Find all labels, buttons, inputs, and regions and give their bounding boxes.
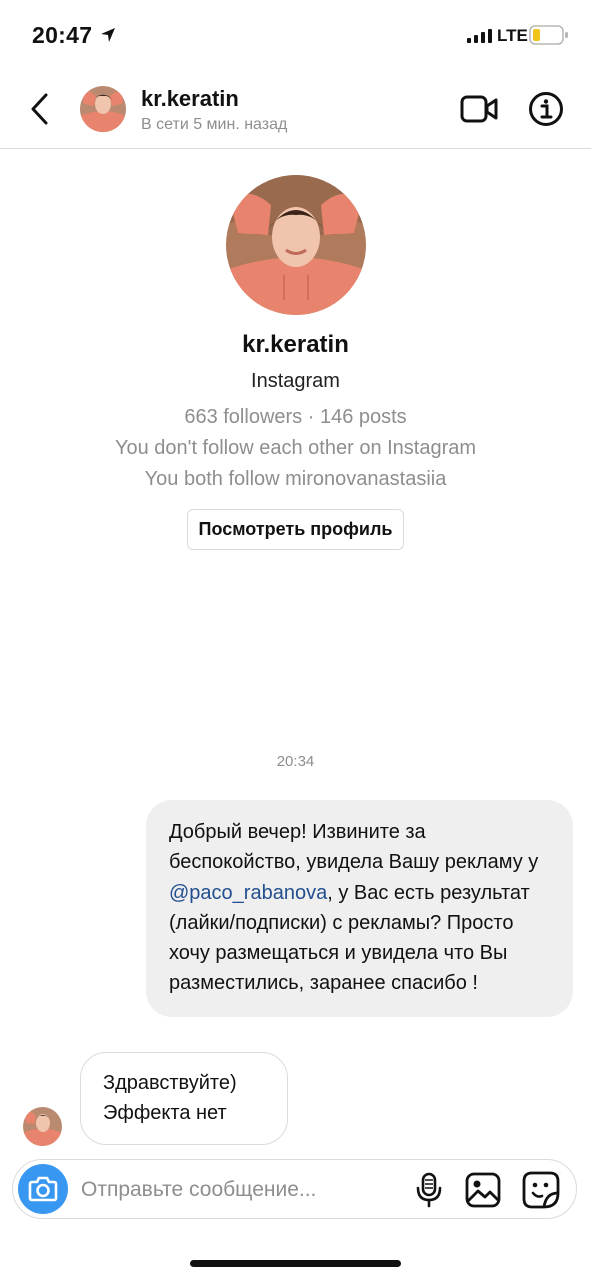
incoming-message-bubble[interactable]: Здравствуйте) Эффекта нет — [80, 1052, 288, 1145]
message-text-start: Добрый вечер! Извините за беспокойство, … — [169, 821, 539, 874]
mention-link[interactable]: @paco_rabanova — [169, 882, 327, 904]
message-timestamp: 20:34 — [276, 753, 315, 770]
activity-status: В сети 5 мин. назад — [141, 116, 288, 133]
info-icon[interactable] — [528, 91, 564, 127]
status-bar: 20:47 LTE — [0, 0, 591, 70]
location-arrow-icon — [101, 28, 115, 42]
camera-button[interactable] — [18, 1164, 68, 1214]
profile-platform: Instagram — [251, 370, 340, 392]
home-indicator[interactable] — [190, 1260, 401, 1267]
chevron-left-icon[interactable] — [26, 92, 54, 126]
view-profile-button[interactable]: Посмотреть профиль — [186, 509, 405, 550]
camera-icon — [28, 1176, 58, 1202]
profile-stats: 663 followers · 146 posts — [184, 406, 407, 428]
avatar[interactable] — [80, 86, 126, 132]
profile-avatar[interactable] — [225, 175, 366, 315]
outgoing-message-bubble[interactable]: Добрый вечер! Извините за беспокойство, … — [146, 800, 573, 1017]
chat-username[interactable]: kr.keratin — [141, 86, 239, 112]
battery-icon — [529, 25, 568, 45]
mutual-follow: You both follow mironovanastasiia — [144, 468, 447, 490]
message-composer — [12, 1159, 577, 1219]
video-camera-icon[interactable] — [460, 94, 498, 124]
incoming-message-line: Эффекта нет — [103, 1102, 227, 1124]
sticker-icon[interactable] — [522, 1171, 560, 1209]
gallery-icon[interactable] — [465, 1172, 501, 1208]
signal-icon — [467, 29, 492, 43]
profile-username: kr.keratin — [242, 331, 349, 358]
microphone-icon[interactable] — [416, 1172, 442, 1208]
chat-header: kr.keratin В сети 5 мин. назад — [0, 70, 591, 149]
profile-summary: kr.keratin Instagram 663 followers · 146… — [0, 175, 591, 550]
message-input[interactable] — [79, 1172, 343, 1208]
follow-status: You don't follow each other on Instagram — [114, 437, 477, 459]
sender-avatar[interactable] — [23, 1107, 62, 1146]
status-time: 20:47 — [32, 22, 93, 48]
incoming-message-line: Здравствуйте) — [103, 1072, 237, 1094]
network-type: LTE — [497, 26, 528, 45]
